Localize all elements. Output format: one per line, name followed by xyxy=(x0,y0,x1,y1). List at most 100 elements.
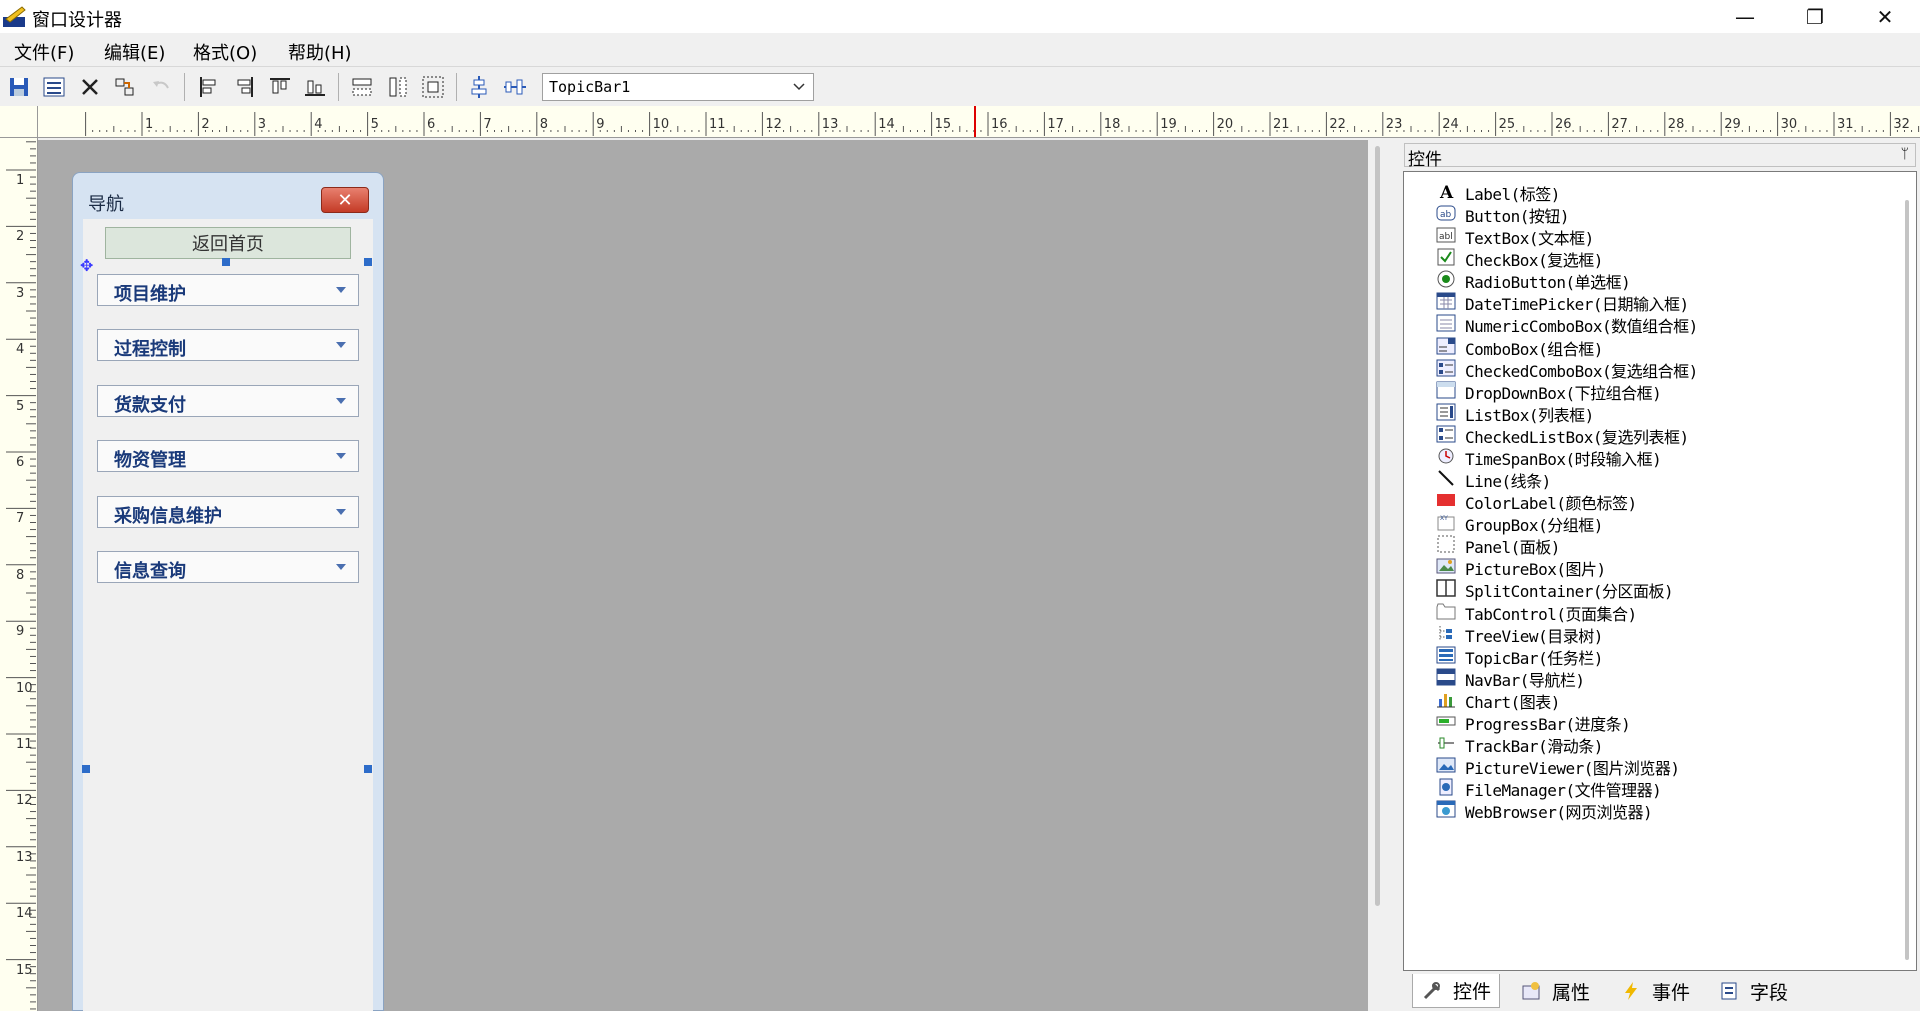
menu-edit[interactable]: 编辑(E) xyxy=(104,39,165,65)
ruler-label: 20 xyxy=(1216,117,1234,132)
ruler-label: 9 xyxy=(16,624,25,640)
align-left-icon[interactable] xyxy=(196,74,222,100)
toolbox-title: 控件 xyxy=(1408,150,1442,170)
nav-item[interactable]: 采购信息维护 xyxy=(97,496,359,528)
chevron-down-icon xyxy=(336,398,346,404)
center-horizontal-icon[interactable] xyxy=(502,74,528,100)
panel-icon xyxy=(1437,535,1455,553)
chevron-down-icon xyxy=(336,342,346,348)
chevron-down-icon xyxy=(336,287,346,293)
control-selector-combo[interactable]: TopicBar1 xyxy=(542,73,814,101)
scrollbar-thumb[interactable] xyxy=(1905,200,1909,960)
ruler-label: 2 xyxy=(201,117,210,132)
close-button[interactable]: ✕ xyxy=(1850,0,1920,33)
ruler-label: 7 xyxy=(16,511,25,527)
radio-icon xyxy=(1437,270,1455,288)
maximize-button[interactable]: ❐ xyxy=(1780,0,1850,33)
toolbox-header: 控件 ᛘ xyxy=(1404,143,1916,170)
center-vertical-icon[interactable] xyxy=(466,74,492,100)
same-width-icon[interactable] xyxy=(349,74,375,100)
ruler-label: 2 xyxy=(16,229,25,245)
ruler-label: 3 xyxy=(16,285,25,301)
topicbar-icon xyxy=(1436,646,1456,664)
tab-label: 属性 xyxy=(1552,981,1591,1004)
ruler-label: 17 xyxy=(1047,117,1064,132)
menu-help[interactable]: 帮助(H) xyxy=(288,39,352,65)
ruler-label: 27 xyxy=(1611,117,1628,132)
ruler-label: 14 xyxy=(16,906,33,922)
filemanager-icon xyxy=(1439,778,1453,796)
tab-label: 控件 xyxy=(1453,981,1492,1003)
topicbar-control[interactable]: 返回首页 项目维护 过程控制 货款支付 物资管理 采购信息维护 信息查询 xyxy=(83,219,373,1011)
ruler-label: 5 xyxy=(16,398,25,414)
nav-item[interactable]: 货款支付 xyxy=(97,385,359,417)
ruler-label: 21 xyxy=(1273,117,1290,132)
nav-item-label: 过程控制 xyxy=(114,339,186,360)
progress-icon xyxy=(1436,716,1456,726)
ruler-label: 1 xyxy=(145,117,154,132)
resize-handle-top-right[interactable] xyxy=(364,258,372,266)
designed-window-title: 导航 xyxy=(88,194,124,215)
nav-item[interactable]: 信息查询 xyxy=(97,551,359,583)
canvas-scrollbar[interactable] xyxy=(1368,140,1388,1011)
lightning-icon xyxy=(1625,982,1637,1000)
control-list: A Label(标签) ab Button(按钮) abl TextBox(文本框) Che… xyxy=(1403,171,1917,971)
ruler-label: 15 xyxy=(934,117,952,132)
undo-icon[interactable] xyxy=(148,74,174,100)
tab-label: 事件 xyxy=(1652,981,1691,1004)
svg-text:ab: ab xyxy=(1440,210,1452,220)
nav-item-label: 采购信息维护 xyxy=(114,506,222,527)
webbrowser-icon xyxy=(1436,800,1456,818)
resize-handle-bottom-right[interactable] xyxy=(364,765,372,773)
ruler-label: 8 xyxy=(16,567,25,583)
nav-item-label: 货款支付 xyxy=(114,395,186,416)
tab-events[interactable]: 事件 xyxy=(1612,974,1698,1008)
ruler-label: 9 xyxy=(596,117,605,132)
control-item-label: WebBrowser(网页浏览器) xyxy=(1465,803,1653,823)
nav-item[interactable]: 项目维护 xyxy=(97,274,359,306)
trackbar-icon xyxy=(1438,737,1454,749)
align-bottom-icon[interactable] xyxy=(302,74,328,100)
same-height-icon[interactable] xyxy=(385,74,411,100)
control-list-scrollbar[interactable] xyxy=(1898,172,1916,970)
tab-properties[interactable]: 属性 xyxy=(1512,974,1598,1008)
ruler-label: 19 xyxy=(1160,117,1177,132)
title-bar: 窗口设计器 — ❐ ✕ xyxy=(0,0,1920,33)
chevron-down-icon xyxy=(336,453,346,459)
pictureviewer-icon xyxy=(1436,757,1456,773)
timespan-icon xyxy=(1438,448,1454,464)
move-handle-icon[interactable]: ✥ xyxy=(80,256,93,275)
properties-icon xyxy=(1522,982,1540,1000)
home-button[interactable]: 返回首页 xyxy=(105,227,351,259)
control-item[interactable]: WebBrowser(网页浏览器) xyxy=(1432,796,1892,823)
properties-icon[interactable] xyxy=(41,74,67,100)
designed-window-close-button[interactable]: ✕ xyxy=(321,187,369,213)
designed-window[interactable]: 导航 ✕ 返回首页 项目维护 过程控制 货款支付 物资管理 采购信息维护 信息查… xyxy=(72,172,384,1011)
menu-file[interactable]: 文件(F) xyxy=(14,39,74,65)
chevron-down-icon xyxy=(336,564,346,570)
delete-icon[interactable] xyxy=(77,74,103,100)
align-right-icon[interactable] xyxy=(231,74,257,100)
menu-format[interactable]: 格式(O) xyxy=(193,39,257,65)
nav-item[interactable]: 过程控制 xyxy=(97,329,359,361)
tab-controls[interactable]: 控件 xyxy=(1412,974,1501,1008)
pin-icon[interactable]: ᛘ xyxy=(1901,146,1909,162)
scrollbar-thumb[interactable] xyxy=(1375,146,1380,906)
same-size-icon[interactable] xyxy=(420,74,446,100)
resize-handle-top[interactable] xyxy=(222,258,230,266)
label-icon: A xyxy=(1439,183,1454,201)
resize-handle-bottom-left[interactable] xyxy=(82,765,90,773)
ruler-label: 25 xyxy=(1498,117,1516,132)
minimize-button[interactable]: — xyxy=(1710,0,1780,33)
nav-item[interactable]: 物资管理 xyxy=(97,440,359,472)
tab-order-icon[interactable] xyxy=(112,74,138,100)
chevron-down-icon[interactable] xyxy=(789,76,809,98)
nav-item-label: 项目维护 xyxy=(114,284,186,305)
save-icon[interactable] xyxy=(6,74,32,100)
align-top-icon[interactable] xyxy=(267,74,293,100)
tab-fields[interactable]: 字段 xyxy=(1710,974,1796,1008)
tab-icon xyxy=(1436,603,1456,620)
picture-icon xyxy=(1436,558,1456,574)
checkedcombo-icon xyxy=(1436,359,1456,377)
ruler-label: 7 xyxy=(483,117,492,132)
